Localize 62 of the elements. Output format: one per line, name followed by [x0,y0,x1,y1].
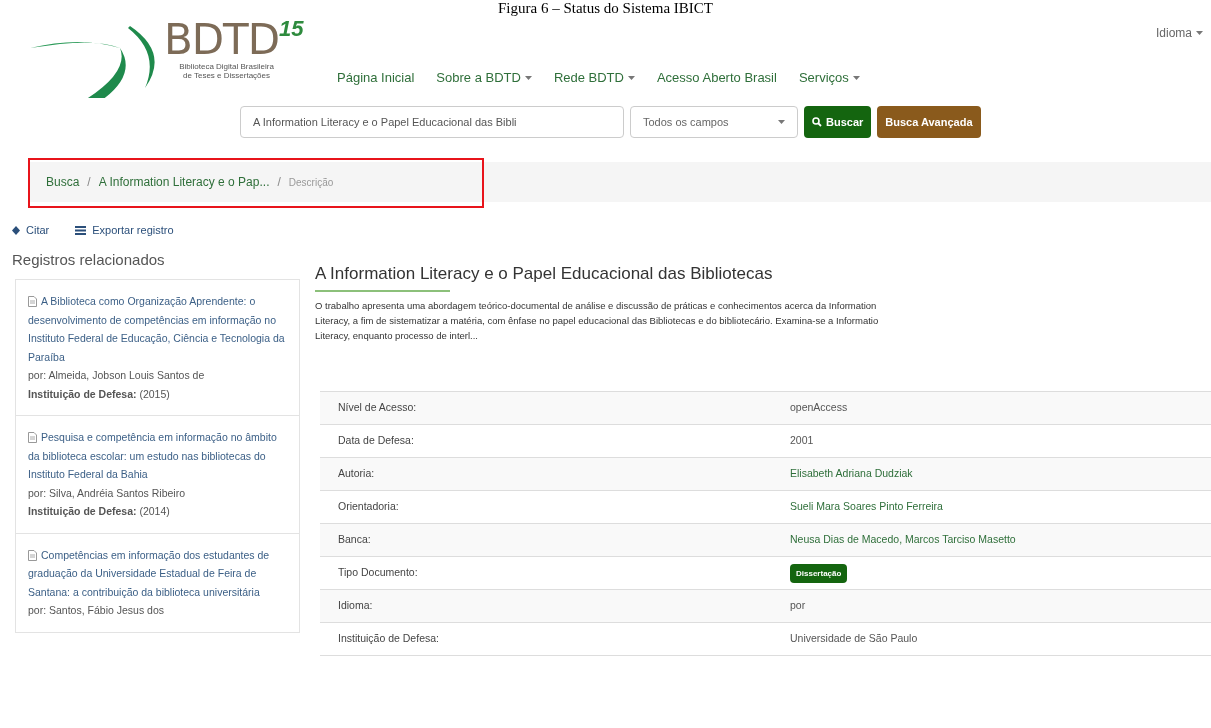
record-title: A Information Literacy e o Papel Educacional das Bibliotecas [315,262,773,285]
nav-link[interactable]: Rede BDTD [553,68,635,88]
nav-link[interactable]: Sobre a BDTD [436,68,532,88]
related-record-link[interactable]: Competências em informação dos estudantes de graduação da Universidade Estadual de Feira de Santana: a contribuição da biblioteca universitária [28,545,287,601]
nav-link[interactable]: Acesso Aberto Brasil [656,68,777,88]
diamond-icon [12,225,20,235]
figure-caption: Figura 6 – Status do Sistema IBICT [498,0,713,16]
list-icon [75,225,87,235]
breadcrumb-current: Descrição [288,175,334,190]
search-field[interactable]: A Information Literacy e o Papel Educacional das Bibli [240,106,624,138]
caret-icon [524,75,532,80]
search-button[interactable]: Buscar [804,106,872,138]
caret-icon [1196,31,1203,35]
language-menu[interactable]: Idioma [1155,24,1203,42]
field-label: Tipo Documento: [337,565,419,581]
abstract-line: O trabalho apresenta uma abordagem teórico-documental de análise e discussão de práticas e conhecimentos acerca da Information [315,299,877,313]
field-label: Nível de Acesso: [337,400,418,416]
document-type-badge: Dissertação [790,564,848,584]
related-records-heading: Registros relacionados [12,249,166,270]
breadcrumb-link[interactable]: A Information Literacy e o Pap... [98,173,270,191]
document-icon [28,549,37,561]
document-icon [28,296,37,307]
field-label: Orientadoria: [337,499,400,515]
field-label: Banca: [337,532,372,548]
logo-subtitle: Biblioteca Digital Brasileira [179,62,274,71]
field-value: Universidade de São Paulo [790,632,918,645]
action-link[interactable]: Citar [12,222,50,239]
nav-link[interactable]: Serviços [798,68,860,88]
field-value-link[interactable]: Neusa Dias de Macedo, Marcos Tarciso Masetto [790,533,1016,546]
field-value-link[interactable]: Elisabeth Adriana Dudziak [790,467,913,480]
nav-link[interactable]: Página Inicial [337,68,415,88]
caret-icon [852,75,860,80]
field-value-link[interactable]: Sueli Mara Soares Pinto Ferreira [790,500,943,513]
action-link[interactable]: Exportar registro [75,222,174,239]
record-author: por: Almeida, Jobson Louis Santos de [28,368,206,383]
breadcrumb-separator: / [277,174,281,191]
field-label: Idioma: [337,598,374,614]
field-value: por [790,599,806,612]
caret-icon [778,120,785,124]
field-value: 2001 [790,434,814,447]
caret-icon [627,75,635,80]
search-field-select[interactable]: Todos os campos [630,106,798,138]
record-author: por: Silva, Andréia Santos Ribeiro [28,485,186,501]
advanced-search-button[interactable]: Busca Avançada [877,106,981,138]
record-institution: Instituição de Defesa: (2015) [28,386,171,402]
field-label: Autoria: [337,466,376,482]
related-record-link[interactable]: A Biblioteca como Organização Aprendente: o desenvolvimento de competências em informação no Instituto Federal de Educação, Ciência e Tecnologia da Paraíba [28,292,287,366]
field-label: Data de Defesa: [337,433,415,449]
breadcrumb-link[interactable]: Busca [46,173,80,191]
breadcrumb-separator: / [87,174,91,191]
search-icon [812,117,822,127]
record-institution: Instituição de Defesa: (2014) [28,504,171,519]
related-record-link[interactable]: Pesquisa e competência em informação no âmbito da biblioteca escolar: um estudo nas bibliotecas do Instituto Federal da Bahia [28,428,287,484]
abstract-line: Literacy, enquanto processo de interl... [315,329,478,343]
abstract-line: Literacy, a fim de sistematizar a matéria, com ênfase no papel educacional das Bibliotecas e do bibliotecário. Examina-se a Informatio [315,314,879,328]
field-value: openAccess [790,401,848,414]
logo-superscript: 15 [278,15,304,41]
record-author: por: Santos, Fábio Jesus dos [28,603,165,618]
logo-wordmark: BDTD [164,18,279,62]
field-label: Instituição de Defesa: [337,631,440,647]
logo-subtitle: de Teses e Dissertações [183,71,270,80]
document-icon [28,432,37,443]
